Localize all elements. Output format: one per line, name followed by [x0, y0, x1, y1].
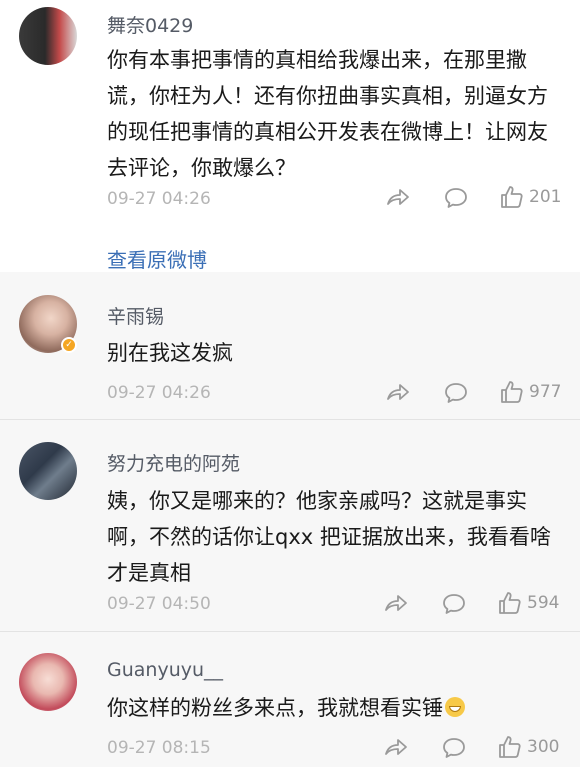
thumbs-up-icon — [501, 381, 523, 403]
comment-button[interactable] — [443, 381, 469, 405]
comment-time: 09-27 04:50 — [107, 594, 211, 614]
like-count: 594 — [527, 593, 560, 613]
like-count: 977 — [529, 382, 562, 402]
comment-icon — [443, 594, 465, 614]
comment-item: 舞奈0429 你有本事把事情的真相给我爆出来，在那里撒谎，你枉为人！还有你扭曲事… — [0, 0, 580, 272]
like-button[interactable]: 300 — [498, 735, 559, 759]
share-icon — [387, 384, 409, 400]
comment-time: 09-27 08:15 — [107, 738, 211, 758]
share-button[interactable] — [385, 381, 411, 405]
comment-username[interactable]: 努力充电的阿苑 — [107, 449, 240, 476]
comment-item: Guanyuyu__ 你这样的粉丝多来点，我就想看实锤 09-27 08:15 … — [0, 632, 580, 767]
comment-item: 努力充电的阿苑 姨，你又是哪来的？他家亲戚吗？这就是事实啊，不然的话你让qxx … — [0, 420, 580, 632]
verified-badge: ✓ — [61, 337, 77, 353]
comment-text-body: 你这样的粉丝多来点，我就想看实锤 — [107, 696, 443, 720]
comment-button[interactable] — [441, 592, 467, 616]
like-count: 201 — [529, 187, 562, 207]
comment-button[interactable] — [441, 736, 467, 760]
share-icon — [387, 189, 409, 205]
share-button[interactable] — [383, 592, 409, 616]
share-button[interactable] — [385, 186, 411, 210]
comment-icon — [445, 188, 467, 208]
thumbs-up-icon — [499, 736, 521, 758]
like-button[interactable]: 201 — [500, 185, 561, 209]
avatar[interactable] — [19, 653, 77, 711]
grinning-emoji-icon — [445, 697, 465, 717]
comment-time: 09-27 04:26 — [107, 189, 211, 209]
comment-item: ✓ 辛雨锡 别在我这发疯 09-27 04:26 977 — [0, 272, 580, 420]
share-icon — [385, 739, 407, 755]
like-button[interactable]: 977 — [500, 380, 561, 404]
comment-text: 你这样的粉丝多来点，我就想看实锤 — [107, 690, 557, 726]
view-original-link[interactable]: 查看原微博 — [107, 244, 207, 273]
comment-button[interactable] — [443, 186, 469, 210]
comment-username[interactable]: 辛雨锡 — [107, 302, 164, 329]
comment-time: 09-27 04:26 — [107, 383, 211, 403]
like-count: 300 — [527, 737, 560, 757]
comment-username[interactable]: 舞奈0429 — [107, 11, 193, 38]
avatar[interactable] — [19, 7, 77, 65]
thumbs-up-icon — [501, 186, 523, 208]
share-button[interactable] — [383, 736, 409, 760]
like-button[interactable]: 594 — [498, 591, 559, 615]
thumbs-up-icon — [499, 592, 521, 614]
comment-username[interactable]: Guanyuyu__ — [107, 659, 223, 681]
avatar[interactable] — [19, 442, 77, 500]
comment-feed: 舞奈0429 你有本事把事情的真相给我爆出来，在那里撒谎，你枉为人！还有你扭曲事… — [0, 0, 580, 767]
comment-icon — [443, 738, 465, 758]
share-icon — [385, 595, 407, 611]
comment-icon — [445, 383, 467, 403]
comment-text: 姨，你又是哪来的？他家亲戚吗？这就是事实啊，不然的话你让qxx 把证据放出来，我… — [107, 489, 551, 585]
comment-text: 你有本事把事情的真相给我爆出来，在那里撒谎，你枉为人！还有你扭曲事实真相，别逼女… — [107, 48, 548, 180]
comment-text: 别在我这发疯 — [107, 341, 233, 365]
